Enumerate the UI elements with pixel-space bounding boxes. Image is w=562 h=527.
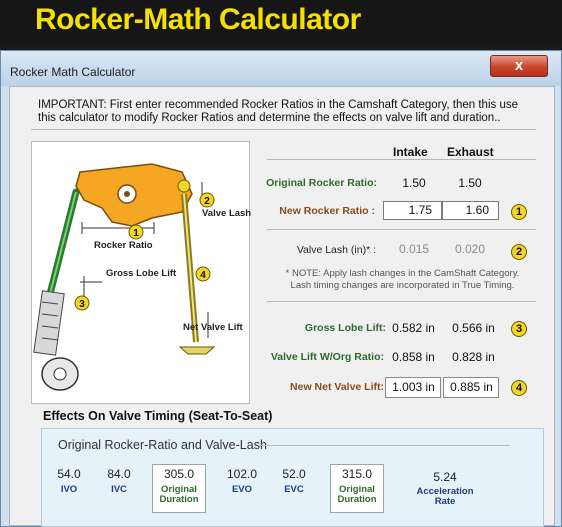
diagram-badge-3: 3: [79, 299, 85, 310]
label-net-valve-lift: Net Valve Lift: [183, 322, 243, 333]
new-net-valve-lift-intake: 1.003 in: [392, 380, 435, 394]
col-head-intake: Intake: [393, 145, 428, 159]
ivo-label: IVO: [60, 484, 78, 495]
valve-lift-org-ratio-intake: 0.858 in: [392, 350, 435, 364]
exhaust-duration-value: 315.0: [341, 467, 373, 481]
original-ratio-lash-title: Original Rocker-Ratio and Valve-Lash: [58, 438, 267, 452]
intake-duration-value: 305.0: [163, 467, 195, 481]
rocker-arm-illustration: 2 1 3 4 Valve Lash Rocker Ratio Gross Lo…: [33, 163, 251, 391]
col-head-exhaust: Exhaust: [447, 145, 494, 159]
ivo-value: 54.0: [57, 467, 81, 481]
ivc-label: IVC: [111, 484, 127, 495]
effects-title: Effects On Valve Timing (Seat-To-Seat): [43, 409, 273, 423]
intake-duration-label-2: Duration: [159, 494, 199, 505]
divider: [267, 159, 536, 160]
label-gross-lobe-lift: Gross Lobe Lift: [106, 268, 177, 279]
label-valve-lash: Valve Lash: [202, 208, 251, 219]
valve-lift-org-ratio-label: Valve Lift W/Org Ratio:: [270, 351, 384, 363]
orig-ratio-intake: 1.50: [402, 176, 426, 190]
new-ratio-exhaust-input[interactable]: 1.60: [442, 201, 499, 220]
note-line-2: Lash timing changes are incorporated in …: [290, 280, 515, 291]
divider: [260, 445, 510, 446]
valve-lash-label: Valve Lash (in)* :: [296, 244, 376, 256]
banner: Rocker-Math Calculator: [0, 0, 562, 44]
divider: [31, 129, 536, 130]
calculator-window: Rocker Math Calculator x IMPORTANT: Firs…: [0, 50, 562, 527]
diagram-badge-1: 1: [133, 228, 139, 239]
exhaust-duration-label-2: Duration: [337, 494, 377, 505]
orig-ratio-label: Original Rocker Ratio:: [266, 177, 377, 189]
window-title: Rocker Math Calculator: [10, 65, 136, 79]
close-button[interactable]: x: [490, 55, 548, 77]
evo-label: EVO: [231, 484, 253, 495]
banner-title: Rocker-Math Calculator: [35, 3, 361, 36]
window-titlebar[interactable]: Rocker Math Calculator x: [1, 51, 561, 86]
evo-value: 102.0: [226, 467, 258, 481]
window-client-area: IMPORTANT: First enter recommended Rocke…: [9, 86, 555, 527]
evc-value: 52.0: [282, 467, 306, 481]
badge-3: 3: [511, 321, 527, 337]
orig-ratio-exhaust: 1.50: [458, 176, 482, 190]
badge-2: 2: [511, 244, 527, 260]
divider: [267, 301, 536, 302]
valve-lift-org-ratio-exhaust: 0.828 in: [452, 350, 495, 364]
new-ratio-intake-input[interactable]: 1.75: [383, 201, 442, 220]
accel-rate-value: 5.24: [433, 470, 457, 484]
evc-label: EVC: [284, 484, 304, 495]
divider: [267, 229, 536, 230]
badge-1: 1: [511, 204, 527, 220]
effects-panel: Original Rocker-Ratio and Valve-Lash 54.…: [41, 428, 544, 527]
valve-lash-exhaust: 0.020: [454, 242, 486, 256]
ivc-value: 84.0: [107, 467, 131, 481]
gross-lobe-lift-intake: 0.582 in: [392, 321, 435, 335]
new-net-valve-lift-label: New Net Valve Lift:: [290, 381, 384, 393]
rocker-diagram: 2 1 3 4 Valve Lash Rocker Ratio Gross Lo…: [31, 141, 251, 404]
diagram-badge-4: 4: [200, 270, 206, 281]
new-net-valve-lift-exhaust: 0.885 in: [450, 380, 493, 394]
gross-lobe-lift-exhaust: 0.566 in: [452, 321, 495, 335]
valve-lash-intake: 0.015: [398, 242, 430, 256]
important-instructions: IMPORTANT: First enter recommended Rocke…: [38, 99, 518, 124]
gross-lobe-lift-label: Gross Lobe Lift:: [304, 322, 386, 334]
note-line-1: * NOTE: Apply lash changes in the CamSha…: [285, 268, 520, 279]
label-rocker-ratio: Rocker Ratio: [94, 240, 153, 251]
diagram-badge-2: 2: [204, 196, 210, 207]
badge-4: 4: [511, 380, 527, 396]
accel-rate-label-2: Rate: [434, 496, 456, 507]
new-ratio-label: New Rocker Ratio :: [279, 205, 375, 217]
